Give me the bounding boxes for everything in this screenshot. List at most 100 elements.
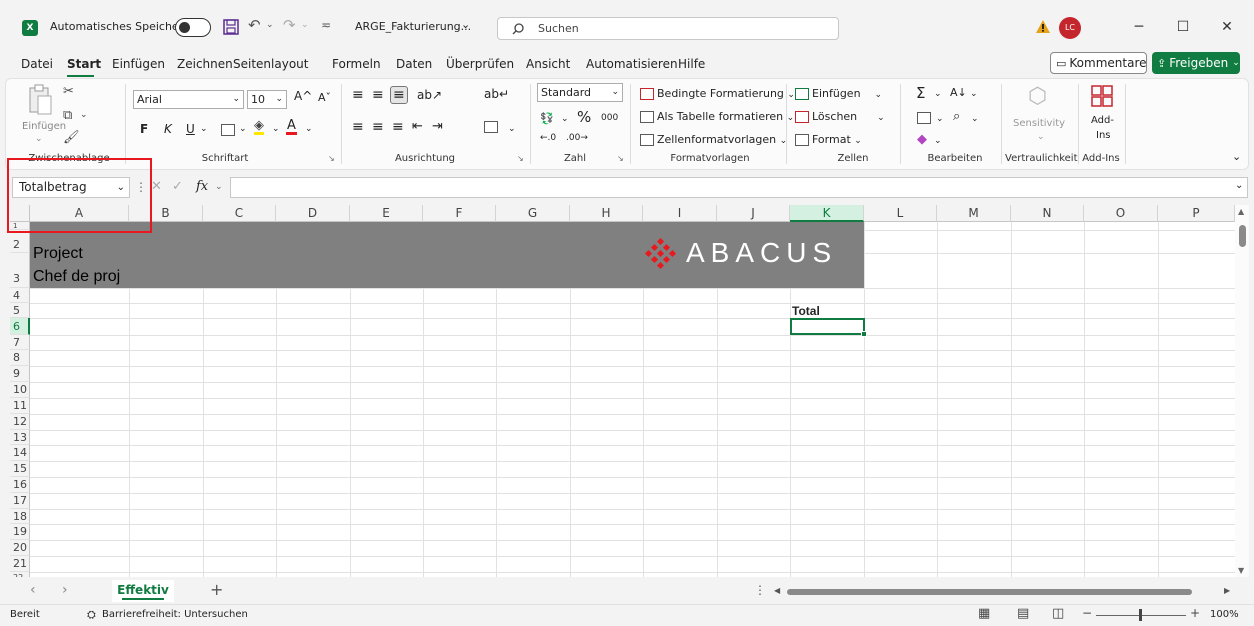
expand-formula-bar-icon[interactable]: ⌄ [1235, 180, 1243, 191]
zoom-in-icon[interactable]: + [1190, 606, 1200, 620]
prev-sheet-icon[interactable]: ‹ [30, 582, 36, 598]
column-header[interactable]: J [717, 205, 790, 222]
tab-daten[interactable]: Daten [396, 57, 432, 71]
redo-icon[interactable]: ↷ [283, 16, 296, 34]
cancel-entry-icon[interactable]: ✕ [151, 179, 162, 194]
row-header[interactable]: 3 [10, 253, 30, 288]
column-header[interactable]: C [203, 205, 276, 222]
tab-zeichnen[interactable]: Zeichnen [177, 57, 233, 71]
horizontal-scroll-thumb[interactable] [787, 589, 1192, 595]
sort-filter-chevron-icon[interactable]: ⌄ [970, 89, 978, 99]
row-header[interactable]: 20 [10, 540, 30, 556]
align-left-icon[interactable]: ≡ [352, 119, 364, 135]
filename-chevron-icon[interactable]: ⌄ [461, 18, 470, 31]
underline-chevron-icon[interactable]: ⌄ [200, 124, 208, 134]
decrease-indent-icon[interactable]: ⇤ [412, 119, 423, 134]
scroll-right-icon[interactable]: ▶ [1224, 586, 1230, 595]
column-header[interactable]: I [643, 205, 717, 222]
clear-icon[interactable]: ◆ [917, 132, 927, 147]
underline-button[interactable]: U [186, 122, 195, 136]
column-header[interactable]: O [1084, 205, 1158, 222]
paste-chevron-icon[interactable]: ⌄ [35, 134, 43, 144]
align-middle-icon[interactable]: ≡ [372, 87, 384, 103]
align-top-icon[interactable]: ≡ [352, 87, 364, 103]
worksheet-grid[interactable]: A B C D E F G H I J K L M N O P 1 2 3 4 … [10, 205, 1235, 577]
column-header[interactable]: M [937, 205, 1011, 222]
shrink-font-icon[interactable]: Aˇ [318, 91, 331, 104]
row-header[interactable]: 8 [10, 350, 30, 366]
redo-chevron-icon[interactable]: ⌄ [301, 20, 309, 30]
row-header[interactable]: 4 [10, 288, 30, 303]
sensitivity-chevron-icon[interactable]: ⌄ [1037, 132, 1045, 142]
tab-automatisieren[interactable]: Automatisieren [586, 57, 678, 71]
addins-label-1[interactable]: Add- [1091, 115, 1114, 126]
decrease-decimal-icon[interactable]: .00→ [566, 133, 588, 143]
number-format-select[interactable]: Standard ⌄ [537, 83, 623, 102]
confirm-entry-icon[interactable]: ✓ [172, 179, 183, 194]
tab-ueberpruefen[interactable]: Überprüfen [446, 57, 514, 71]
row-header-selected[interactable]: 6 [10, 318, 30, 335]
paste-icon[interactable] [27, 84, 53, 116]
number-dialog-launcher-icon[interactable]: ↘ [617, 154, 624, 163]
insert-cells-button[interactable]: Einfügen ⌄ [795, 87, 882, 100]
clear-chevron-icon[interactable]: ⌄ [934, 136, 942, 146]
column-header[interactable]: E [350, 205, 423, 222]
percent-style-button[interactable]: % [577, 108, 591, 126]
tab-ansicht[interactable]: Ansicht [526, 57, 570, 71]
insert-function-icon[interactable]: fx [196, 179, 208, 194]
zoom-out-icon[interactable]: − [1082, 606, 1092, 620]
font-color-icon[interactable]: A [286, 119, 297, 135]
warning-icon[interactable] [1035, 19, 1051, 34]
row-header[interactable]: 19 [10, 524, 30, 540]
normal-view-icon[interactable]: ▦ [978, 606, 990, 621]
minimize-icon[interactable]: ─ [1124, 14, 1154, 40]
font-color-chevron-icon[interactable]: ⌄ [305, 124, 313, 134]
page-layout-view-icon[interactable]: ▤ [1017, 606, 1029, 621]
column-header-selected[interactable]: K [790, 205, 864, 222]
column-header[interactable]: N [1011, 205, 1084, 222]
tab-hilfe[interactable]: Hilfe [678, 57, 705, 71]
row-header[interactable]: 10 [10, 382, 30, 398]
row-header[interactable]: 18 [10, 509, 30, 524]
increase-indent-icon[interactable]: ⇥ [432, 119, 443, 134]
tab-splitter-icon[interactable]: ⋮ [754, 583, 766, 597]
close-icon[interactable]: ✕ [1212, 14, 1242, 40]
increase-decimal-icon[interactable]: ←.0 [540, 133, 556, 143]
merge-center-icon[interactable] [484, 121, 498, 133]
customize-qat-icon[interactable]: ≂ [321, 18, 331, 32]
font-dialog-launcher-icon[interactable]: ↘ [328, 154, 335, 163]
format-painter-icon[interactable]: 🖌 [63, 130, 80, 145]
font-size-select[interactable]: 10 ⌄ [247, 90, 287, 109]
autosave-toggle[interactable] [175, 18, 211, 37]
cell-styles-button[interactable]: Zellenformatvorlagen ⌄ [640, 133, 787, 146]
tab-einfuegen[interactable]: Einfügen [112, 57, 165, 71]
vertical-scroll-thumb[interactable] [1239, 225, 1246, 247]
row-header[interactable]: 9 [10, 366, 30, 382]
row-header[interactable]: 7 [10, 335, 30, 350]
column-header[interactable]: P [1158, 205, 1235, 222]
accessibility-icon[interactable]: ⛭ [87, 608, 96, 622]
avatar[interactable]: LC [1059, 17, 1081, 39]
row-header[interactable]: 21 [10, 556, 30, 572]
sort-filter-icon[interactable]: A↓ [950, 86, 967, 99]
alignment-dialog-launcher-icon[interactable]: ↘ [517, 154, 524, 163]
accounting-chevron-icon[interactable]: ⌄ [561, 114, 569, 124]
borders-icon[interactable] [221, 124, 235, 136]
zoom-slider-thumb[interactable] [1139, 609, 1142, 621]
tab-datei[interactable]: Datei [21, 57, 53, 71]
column-header[interactable]: G [496, 205, 570, 222]
find-select-chevron-icon[interactable]: ⌄ [971, 114, 979, 124]
delete-cells-button[interactable]: Löschen ⌄ [795, 110, 885, 123]
accounting-format-icon[interactable]: 💱 [540, 112, 554, 125]
find-select-icon[interactable]: ⌕ [953, 109, 960, 124]
format-as-table-button[interactable]: Als Tabelle formatieren ⌄ [640, 110, 794, 123]
align-right-icon[interactable]: ≡ [392, 119, 404, 135]
row-header[interactable]: 13 [10, 430, 30, 445]
sensitivity-icon[interactable]: ⬡ [1028, 84, 1047, 109]
wrap-text-icon[interactable]: ab↵ [484, 87, 509, 101]
scroll-up-icon[interactable]: ▲ [1238, 207, 1244, 216]
cut-icon[interactable]: ✂ [63, 84, 74, 99]
italic-button[interactable]: K [164, 122, 172, 136]
copy-icon[interactable]: ⧉ [63, 108, 72, 123]
fill-icon[interactable] [917, 112, 931, 124]
